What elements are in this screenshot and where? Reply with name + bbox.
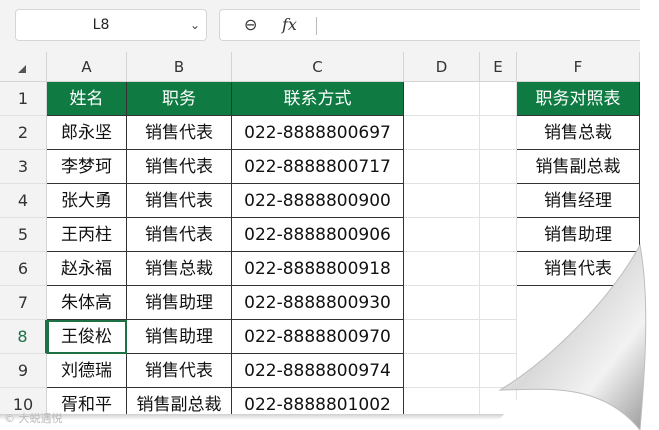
row-header-4[interactable]: 4: [0, 184, 47, 218]
formula-bar: L8 ⌄ ⊖ fx: [0, 0, 640, 52]
watermark-text: © 大蜕遇悦: [4, 412, 63, 425]
table-cell[interactable]: 022-8888801002: [232, 388, 404, 414]
table-header-cell[interactable]: 姓名: [47, 82, 127, 116]
table-cell[interactable]: 销售副总裁: [127, 388, 232, 414]
lookup-cell[interactable]: 销售副总裁: [517, 150, 640, 184]
empty-cell[interactable]: [480, 150, 517, 184]
cell-grid[interactable]: A B C D E F 1 2 3 4 5 6 7 8 9 10 姓名 职务 联系方式 郎永坚 销售代表 022-8888…: [0, 52, 640, 414]
lookup-cell[interactable]: 销售助理: [517, 218, 640, 252]
table-cell[interactable]: 022-8888800697: [232, 116, 404, 150]
column-header-e[interactable]: E: [480, 52, 517, 82]
select-all-icon: [18, 65, 26, 73]
formula-input[interactable]: ⊖ fx: [219, 9, 640, 41]
row-header-7[interactable]: 7: [0, 286, 47, 320]
chevron-down-icon[interactable]: ⌄: [190, 10, 200, 40]
lookup-cell[interactable]: 销售代表: [517, 252, 640, 286]
table-cell[interactable]: 销售代表: [127, 184, 232, 218]
table-cell[interactable]: 022-8888800970: [232, 320, 404, 354]
table-header-cell[interactable]: 联系方式: [232, 82, 404, 116]
table-cell[interactable]: 销售代表: [127, 218, 232, 252]
table-cell[interactable]: 销售总裁: [127, 252, 232, 286]
empty-cell[interactable]: [404, 286, 480, 320]
row-header-8[interactable]: 8: [0, 320, 47, 354]
select-all-corner[interactable]: [0, 52, 47, 82]
row-header-9[interactable]: 9: [0, 354, 47, 388]
empty-cell[interactable]: [480, 82, 517, 116]
row-header-6[interactable]: 6: [0, 252, 47, 286]
empty-cell[interactable]: [404, 388, 480, 414]
column-header-c[interactable]: C: [232, 52, 404, 82]
empty-cell[interactable]: [404, 320, 480, 354]
table-header-cell[interactable]: 职务: [127, 82, 232, 116]
table-cell[interactable]: 022-8888800906: [232, 218, 404, 252]
table-cell[interactable]: 022-8888800974: [232, 354, 404, 388]
column-header-f[interactable]: F: [517, 52, 640, 82]
table-cell[interactable]: 销售代表: [127, 116, 232, 150]
row-header-5[interactable]: 5: [0, 218, 47, 252]
row-header-3[interactable]: 3: [0, 150, 47, 184]
table-cell[interactable]: 李梦珂: [47, 150, 127, 184]
table-cell[interactable]: 022-8888800930: [232, 286, 404, 320]
empty-cell[interactable]: [404, 150, 480, 184]
zoom-icon[interactable]: ⊖: [244, 10, 257, 40]
empty-cell[interactable]: [480, 320, 517, 354]
empty-cell[interactable]: [404, 218, 480, 252]
row-header-1[interactable]: 1: [0, 82, 47, 116]
table-cell[interactable]: 王俊松: [47, 320, 127, 354]
name-box[interactable]: L8 ⌄: [15, 9, 207, 41]
table-cell[interactable]: 022-8888800918: [232, 252, 404, 286]
lookup-cell[interactable]: 销售总裁: [517, 116, 640, 150]
table-cell[interactable]: 刘德瑞: [47, 354, 127, 388]
table-cell[interactable]: 郎永坚: [47, 116, 127, 150]
name-box-value: L8: [92, 17, 110, 33]
empty-cell[interactable]: [404, 354, 480, 388]
empty-cell[interactable]: [480, 218, 517, 252]
table-cell[interactable]: 王丙柱: [47, 218, 127, 252]
formula-separator: [316, 17, 317, 35]
column-header-a[interactable]: A: [47, 52, 127, 82]
table-cell[interactable]: 022-8888800900: [232, 184, 404, 218]
spreadsheet-window: L8 ⌄ ⊖ fx A B C D E F 1 2 3 4 5 6 7 8 9 10 姓名 职务 联系方式 郎永坚 销售…: [0, 0, 640, 414]
empty-cell[interactable]: [404, 82, 480, 116]
empty-cell[interactable]: [480, 252, 517, 286]
table-cell[interactable]: 销售助理: [127, 320, 232, 354]
column-header-b[interactable]: B: [127, 52, 232, 82]
table-cell[interactable]: 张大勇: [47, 184, 127, 218]
empty-cell[interactable]: [480, 388, 517, 414]
row-header-2[interactable]: 2: [0, 116, 47, 150]
empty-cell[interactable]: [404, 184, 480, 218]
empty-cell[interactable]: [404, 252, 480, 286]
empty-cell[interactable]: [480, 116, 517, 150]
table-cell[interactable]: 赵永福: [47, 252, 127, 286]
lookup-cell[interactable]: 销售经理: [517, 184, 640, 218]
empty-cell[interactable]: [480, 354, 517, 388]
table-cell[interactable]: 销售代表: [127, 150, 232, 184]
column-header-d[interactable]: D: [404, 52, 480, 82]
table-cell[interactable]: 朱体高: [47, 286, 127, 320]
table-cell[interactable]: 022-8888800717: [232, 150, 404, 184]
empty-cell[interactable]: [480, 184, 517, 218]
lookup-header-cell[interactable]: 职务对照表: [517, 82, 640, 116]
page-shadow-bottom: [0, 414, 520, 420]
function-icon[interactable]: fx: [282, 10, 297, 40]
table-cell[interactable]: 销售助理: [127, 286, 232, 320]
table-cell[interactable]: 销售代表: [127, 354, 232, 388]
empty-cell[interactable]: [404, 116, 480, 150]
empty-cell[interactable]: [480, 286, 517, 320]
